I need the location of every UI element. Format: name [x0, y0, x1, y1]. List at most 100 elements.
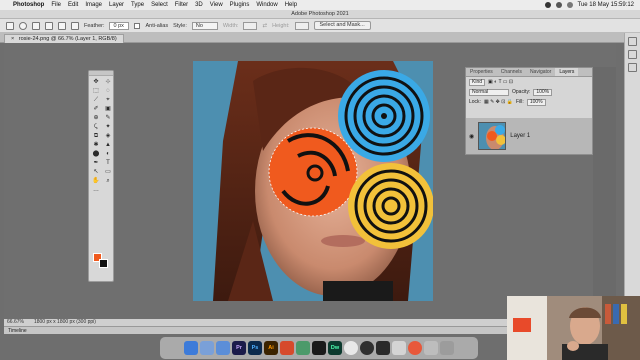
healing-tool-icon[interactable]: ⊕ — [90, 114, 102, 123]
antialias-checkbox[interactable] — [134, 22, 141, 29]
elliptical-marquee-tool-icon[interactable]: ◌ — [102, 87, 114, 96]
menu-3d[interactable]: 3D — [195, 2, 203, 8]
dodge-tool-icon[interactable]: ⬤ — [90, 150, 102, 159]
feather-input[interactable]: 0 px — [109, 21, 130, 30]
history-brush-tool-icon[interactable]: ✦ — [102, 123, 114, 132]
menu-filter[interactable]: Filter — [175, 2, 188, 8]
preview-icon[interactable] — [392, 341, 406, 355]
filter-icons[interactable]: ▣ ◐ T ▭ ⊡ — [488, 79, 513, 85]
terminal-icon[interactable] — [376, 341, 390, 355]
clone-stamp-tool-icon[interactable]: ⤹ — [90, 123, 102, 132]
red-circle-icon[interactable] — [408, 341, 422, 355]
menu-app-name[interactable]: Photoshop — [13, 2, 44, 8]
fill-input[interactable]: 100% — [526, 98, 546, 106]
document-image[interactable] — [193, 61, 433, 301]
pen-tool-icon[interactable]: ✒ — [90, 159, 102, 168]
menu-file[interactable]: File — [51, 2, 61, 8]
lasso-tool-icon[interactable]: ⟋ — [90, 96, 102, 105]
cinema-icon[interactable] — [312, 341, 326, 355]
empty-tool-slot — [102, 186, 114, 195]
hand-tool-icon[interactable]: ✋ — [90, 177, 102, 186]
burn-tool-icon[interactable]: ◐ — [102, 150, 114, 159]
layer-thumbnail[interactable] — [478, 122, 507, 150]
chrome-icon[interactable] — [344, 341, 358, 355]
control-center-icon[interactable] — [566, 2, 573, 8]
document-tab[interactable]: × rosie-24.png @ 66.7% (Layer 1, RGB/8) — [4, 34, 124, 43]
tab-layers[interactable]: Layers — [555, 68, 579, 76]
layer-name[interactable]: Layer 1 — [510, 133, 530, 139]
height-label: Height: — [272, 22, 290, 29]
panel-toggle-icon[interactable] — [628, 50, 637, 59]
quick-select-tool-icon[interactable]: ⌖ — [102, 96, 114, 105]
premiere-icon[interactable]: Pr — [232, 341, 246, 355]
more-tools-icon[interactable]: … — [90, 186, 102, 195]
menu-help[interactable]: Help — [285, 2, 297, 8]
artboard-tool-icon[interactable]: ⊹ — [102, 78, 114, 87]
sharpen-tool-icon[interactable]: ▲ — [102, 141, 114, 150]
tab-channels[interactable]: Channels — [497, 68, 526, 76]
path-select-tool-icon[interactable]: ↖ — [90, 168, 102, 177]
panel-toggle-icon[interactable] — [628, 37, 637, 46]
finder-icon[interactable] — [184, 341, 198, 355]
home-icon[interactable] — [6, 21, 14, 30]
menu-view[interactable]: View — [210, 2, 223, 8]
height-input[interactable] — [294, 21, 309, 30]
brush-tool-icon[interactable]: ✎ — [102, 114, 114, 123]
rectangle-tool-icon[interactable]: ▭ — [102, 168, 114, 177]
move-tool-icon[interactable]: ✥ — [90, 78, 102, 87]
folder-icon[interactable] — [424, 341, 438, 355]
style-select[interactable]: No — [191, 21, 218, 30]
eyedropper-tool-icon[interactable]: ✐ — [90, 105, 102, 114]
subtract-selection-icon[interactable] — [58, 21, 66, 30]
menu-window[interactable]: Window — [256, 2, 277, 8]
menu-edit[interactable]: Edit — [68, 2, 78, 8]
timeline-label[interactable]: Timeline — [8, 328, 27, 334]
launchpad-icon[interactable] — [200, 341, 214, 355]
green-app-icon[interactable] — [296, 341, 310, 355]
dreamweaver-icon[interactable]: Dw — [328, 341, 342, 355]
wifi-icon[interactable] — [555, 2, 562, 8]
frame-tool-icon[interactable]: ▣ — [102, 105, 114, 114]
menu-image[interactable]: Image — [85, 2, 102, 8]
background-color-swatch[interactable] — [99, 259, 108, 268]
kind-filter-select[interactable]: Kind — [469, 78, 486, 86]
type-tool-icon[interactable]: T — [102, 159, 114, 168]
menu-type[interactable]: Type — [131, 2, 144, 8]
menu-layer[interactable]: Layer — [109, 2, 124, 8]
menu-select[interactable]: Select — [151, 2, 168, 8]
menu-clock[interactable]: Tue 18 May 15:59:12 — [578, 2, 634, 8]
select-and-mask-button[interactable]: Select and Mask... — [313, 21, 371, 30]
layer-row[interactable]: ◉ Layer 1 — [466, 118, 592, 154]
trash-icon[interactable] — [440, 341, 454, 355]
add-selection-icon[interactable] — [45, 21, 53, 30]
marquee-preset-icon[interactable] — [19, 21, 27, 30]
zoom-level[interactable]: 66.67% — [7, 319, 24, 326]
close-tab-icon[interactable]: × — [11, 36, 14, 42]
opacity-input[interactable]: 100% — [533, 88, 553, 96]
new-selection-icon[interactable] — [32, 21, 40, 30]
blur-tool-icon[interactable]: ✱ — [90, 141, 102, 150]
intersect-selection-icon[interactable] — [71, 21, 79, 30]
tab-navigator[interactable]: Navigator — [526, 68, 555, 76]
tools-panel: ✥ ⊹ ⬚ ◌ ⟋ ⌖ ✐ ▣ ⊕ ✎ ⤹ ✦ ⧉ ◈ ✱ ▲ ⬤ ◐ ✒ T … — [88, 70, 114, 282]
obs-icon[interactable] — [360, 341, 374, 355]
zoom-tool-icon[interactable]: ⌕ — [102, 177, 114, 186]
menu-bar: Photoshop File Edit Image Layer Type Sel… — [0, 0, 640, 10]
red-app-icon[interactable] — [280, 341, 294, 355]
layer-filter-row: Kind ▣ ◐ T ▭ ⊡ — [466, 77, 592, 87]
eraser-tool-icon[interactable]: ⧉ — [90, 132, 102, 141]
visibility-eye-icon[interactable]: ◉ — [469, 133, 474, 140]
record-status-icon[interactable] — [544, 2, 551, 8]
lock-icons[interactable]: ▦ ✎ ✥ ⊡ 🔒 — [484, 99, 513, 105]
gradient-tool-icon[interactable]: ◈ — [102, 132, 114, 141]
width-input[interactable] — [243, 21, 258, 30]
tab-properties[interactable]: Properties — [466, 68, 497, 76]
photoshop-icon[interactable]: Ps — [248, 341, 262, 355]
menu-plugins[interactable]: Plugins — [230, 2, 250, 8]
swap-icon[interactable]: ⇄ — [262, 23, 267, 29]
blend-mode-select[interactable]: Normal — [469, 88, 509, 96]
panel-toggle-icon[interactable] — [628, 63, 637, 72]
safari-icon[interactable] — [216, 341, 230, 355]
illustrator-icon[interactable]: Ai — [264, 341, 278, 355]
marquee-tool-icon[interactable]: ⬚ — [90, 87, 102, 96]
